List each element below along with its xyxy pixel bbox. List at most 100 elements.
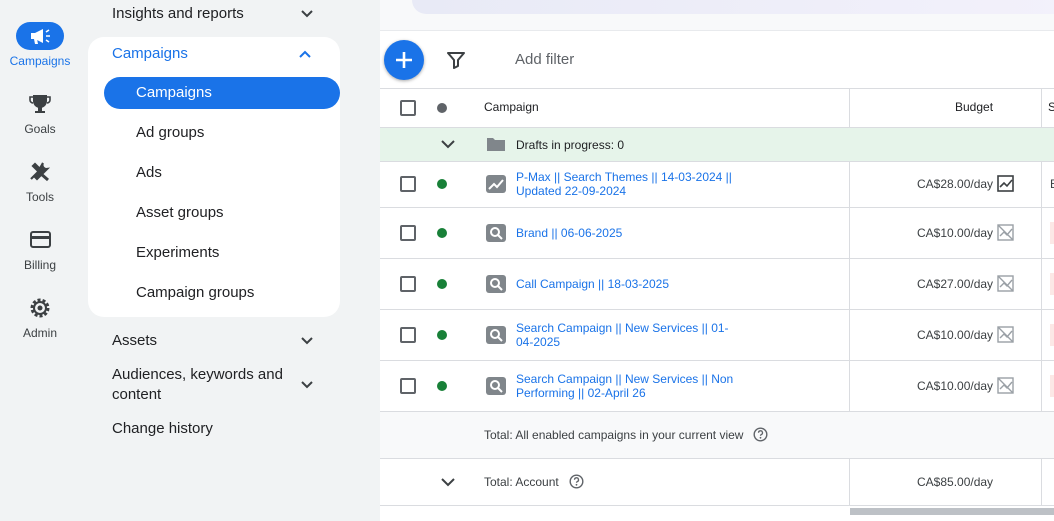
row-checkbox[interactable] <box>400 378 416 394</box>
campaign-name-link[interactable]: Call Campaign || 18-03-2025 <box>516 277 741 291</box>
budget-value[interactable]: CA$27.00/day <box>917 277 993 291</box>
select-all-checkbox[interactable] <box>400 100 416 116</box>
help-icon[interactable] <box>753 427 768 442</box>
nav-item-ad-groups[interactable]: Ad groups <box>136 123 204 143</box>
add-campaign-button[interactable] <box>384 40 424 80</box>
column-header-next[interactable]: S <box>1048 100 1054 114</box>
nav-campaigns-section[interactable]: Campaigns <box>112 44 188 64</box>
campaign-name-link[interactable]: Search Campaign || New Services || 01- 04… <box>516 321 741 349</box>
nav-change-history[interactable]: Change history <box>112 419 336 439</box>
divider <box>380 411 1054 412</box>
enabled-status-dot[interactable] <box>437 179 447 189</box>
status-initial: E <box>1050 177 1054 191</box>
row-checkbox[interactable] <box>400 327 416 343</box>
rail-label: Tools <box>25 190 54 204</box>
budget-chart-disabled-icon[interactable] <box>997 326 1014 343</box>
total-enabled-label: Total: All enabled campaigns in your cur… <box>484 428 744 442</box>
budget-chart-disabled-icon[interactable] <box>997 275 1014 292</box>
divider <box>380 207 1054 208</box>
enabled-status-dot[interactable] <box>437 381 447 391</box>
budget-value[interactable]: CA$10.00/day <box>917 226 993 240</box>
campaign-name-link[interactable]: Brand || 06-06-2025 <box>516 226 741 240</box>
top-banner <box>380 0 1054 31</box>
divider <box>380 161 1054 162</box>
chevron-down-icon[interactable] <box>300 334 314 348</box>
credit-card-icon <box>16 226 64 254</box>
rail-label: Goals <box>24 122 56 136</box>
column-header-campaign[interactable]: Campaign <box>484 100 539 114</box>
rail-item-admin[interactable]: Admin <box>0 294 80 340</box>
chevron-down-icon[interactable] <box>440 476 456 488</box>
drafts-label: Drafts in progress: 0 <box>516 138 625 152</box>
status-chip <box>1050 324 1054 346</box>
banner-pill <box>412 0 1054 14</box>
nav-item-campaigns[interactable]: Campaigns <box>104 77 340 109</box>
rail-label: Billing <box>23 258 56 272</box>
nav-label: Change history <box>112 420 213 437</box>
total-account-budget: CA$85.00/day <box>917 475 994 489</box>
campaigns-table-panel: Add filter Campaign Budget S Drafts in p… <box>380 0 1054 521</box>
enabled-status-dot[interactable] <box>437 330 447 340</box>
campaign-name-line: Search Campaign || New Services || 01- <box>516 321 729 335</box>
search-campaign-icon <box>486 275 506 293</box>
divider <box>380 458 1054 459</box>
filter-icon[interactable] <box>446 51 466 69</box>
search-campaign-icon <box>486 224 506 242</box>
search-campaign-icon <box>486 326 506 344</box>
campaigns-nav-panel: Insights and reports Campaigns Campaigns… <box>80 0 380 521</box>
campaign-name-link[interactable]: Search Campaign || New Services || Non Pe… <box>516 372 741 400</box>
budget-value[interactable]: CA$28.00/day <box>917 177 993 191</box>
tools-icon <box>16 158 64 186</box>
campaign-name-line: Updated 22-09-2024 <box>516 184 627 198</box>
budget-value[interactable]: CA$10.00/day <box>917 379 993 393</box>
total-account-label: Total: Account <box>484 475 559 489</box>
nav-item-experiments[interactable]: Experiments <box>136 243 219 263</box>
column-header-budget[interactable]: Budget <box>955 100 993 114</box>
drafts-row[interactable]: Drafts in progress: 0 <box>380 128 1054 161</box>
row-checkbox[interactable] <box>400 276 416 292</box>
status-column-icon[interactable] <box>437 103 447 113</box>
budget-value[interactable]: CA$10.00/day <box>917 328 993 342</box>
budget-chart-disabled-icon[interactable] <box>997 377 1014 394</box>
rail-item-tools[interactable]: Tools <box>0 158 80 204</box>
chevron-up-icon[interactable] <box>298 47 312 61</box>
nav-item-asset-groups[interactable]: Asset groups <box>136 203 224 223</box>
performance-max-icon <box>486 175 506 193</box>
nav-label: Assets <box>112 332 158 349</box>
plus-icon <box>396 52 412 68</box>
horizontal-scrollbar[interactable] <box>850 508 1054 515</box>
status-chip <box>1050 375 1054 397</box>
campaigns-section-card: Campaigns Campaigns Ad groups Ads Asset … <box>88 37 340 317</box>
nav-label: Insights and reports <box>112 5 244 22</box>
campaign-name-line: Search Campaign || New Services || Non <box>516 372 734 386</box>
enabled-status-dot[interactable] <box>437 228 447 238</box>
chevron-down-icon[interactable] <box>300 378 314 392</box>
navigation-rail: Campaigns Goals Tools Billing Admin <box>0 0 80 521</box>
divider <box>380 258 1054 259</box>
campaign-name-line: P-Max || Search Themes || 14-03-2024 || <box>516 170 732 184</box>
add-filter-input[interactable]: Add filter <box>515 51 574 68</box>
campaign-name-link[interactable]: P-Max || Search Themes || 14-03-2024 || U… <box>516 170 741 198</box>
rail-label: Campaigns <box>9 54 71 68</box>
row-checkbox[interactable] <box>400 225 416 241</box>
rail-item-billing[interactable]: Billing <box>0 226 80 272</box>
row-checkbox[interactable] <box>400 176 416 192</box>
megaphone-icon <box>16 22 64 50</box>
enabled-status-dot[interactable] <box>437 279 447 289</box>
rail-item-campaigns[interactable]: Campaigns <box>0 22 80 68</box>
help-icon[interactable] <box>569 474 584 489</box>
campaign-name-line: Performing || 02-April 26 <box>516 386 646 400</box>
nav-item-campaign-groups[interactable]: Campaign groups <box>136 283 254 303</box>
budget-chart-disabled-icon[interactable] <box>997 224 1014 241</box>
nav-item-ads[interactable]: Ads <box>136 163 162 183</box>
chevron-down-icon[interactable] <box>300 7 314 21</box>
total-enabled-row: Total: All enabled campaigns in your cur… <box>380 411 1054 459</box>
gear-icon <box>16 294 64 322</box>
divider <box>380 505 1054 506</box>
status-chip <box>1050 273 1054 295</box>
budget-chart-icon[interactable] <box>997 175 1014 192</box>
rail-item-goals[interactable]: Goals <box>0 90 80 136</box>
divider <box>380 309 1054 310</box>
search-campaign-icon <box>486 377 506 395</box>
chevron-down-icon[interactable] <box>440 138 456 150</box>
